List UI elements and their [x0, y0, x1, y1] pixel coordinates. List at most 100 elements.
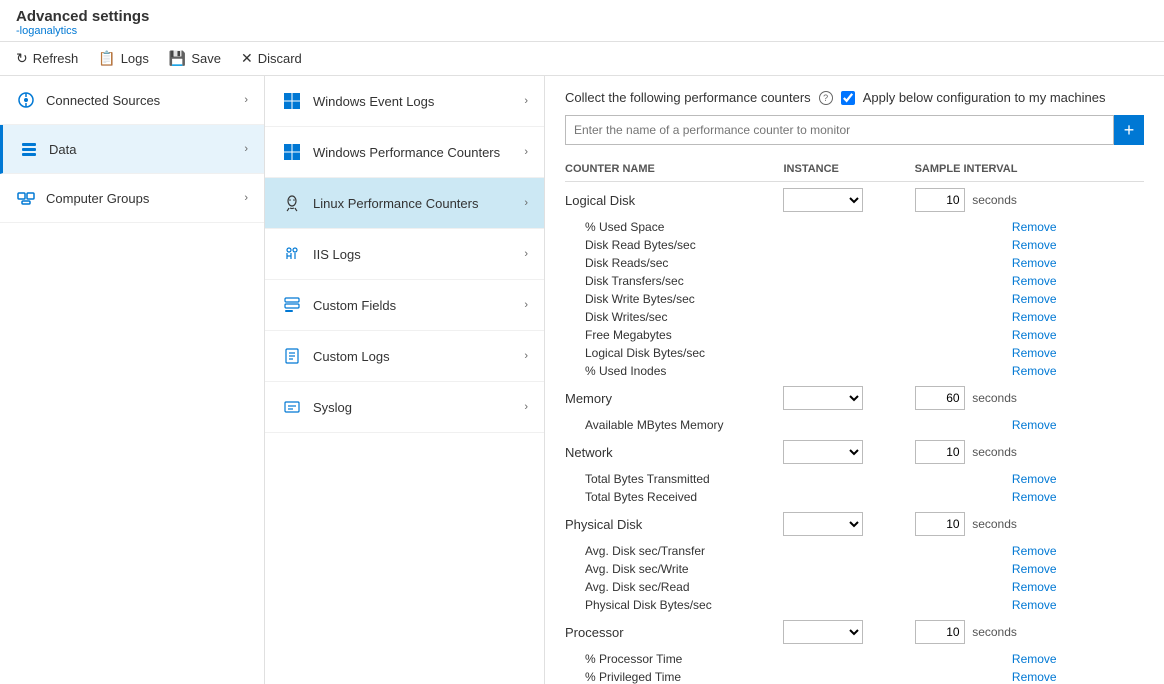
chevron-right-icon-groups: › — [244, 192, 248, 204]
list-item: Physical Disk Bytes/sec Remove — [565, 596, 1144, 614]
groups-icon — [16, 188, 36, 208]
menu-item-iis-logs[interactable]: IIS Logs › — [265, 229, 544, 280]
remove-link[interactable]: Remove — [1012, 490, 1057, 504]
interval-unit-2: seconds — [972, 445, 1017, 459]
counter-name: Disk Read Bytes/sec — [585, 238, 696, 252]
list-item: Avg. Disk sec/Read Remove — [565, 578, 1144, 596]
list-item: Disk Read Bytes/sec Remove — [565, 236, 1144, 254]
windows-event-logs-label: Windows Event Logs — [313, 94, 434, 109]
counter-name: Physical Disk Bytes/sec — [585, 598, 712, 612]
remove-link[interactable]: Remove — [1012, 652, 1057, 666]
remove-link[interactable]: Remove — [1012, 670, 1057, 684]
counter-group-name: Processor — [565, 625, 783, 640]
sidebar-item-connected-sources[interactable]: Connected Sources › — [0, 76, 264, 125]
remove-link[interactable]: Remove — [1012, 328, 1057, 342]
interval-input-4[interactable] — [915, 620, 965, 644]
chevron-right-icon-cf: › — [524, 299, 528, 311]
logs-button[interactable]: 📋 Logs — [98, 50, 149, 67]
menu-item-syslog[interactable]: Syslog › — [265, 382, 544, 433]
chevron-right-icon-data: › — [244, 143, 248, 155]
menu-item-custom-logs[interactable]: Custom Logs › — [265, 331, 544, 382]
instance-select-2[interactable] — [783, 440, 863, 464]
list-item: % Used Inodes Remove — [565, 362, 1144, 380]
interval-unit-3: seconds — [972, 517, 1017, 531]
add-counter-button[interactable]: + — [1114, 115, 1144, 145]
windows-perf-icon — [281, 141, 303, 163]
page-title: Advanced settings — [16, 8, 1148, 25]
interval-input-0[interactable] — [915, 188, 965, 212]
interval-input-1[interactable] — [915, 386, 965, 410]
refresh-icon: ↻ — [16, 50, 28, 67]
save-button[interactable]: 💾 Save — [169, 50, 221, 67]
menu-item-linux-perf[interactable]: Linux Performance Counters › — [265, 178, 544, 229]
custom-fields-label: Custom Fields — [313, 298, 396, 313]
data-icon — [19, 139, 39, 159]
interval-input-3[interactable] — [915, 512, 965, 536]
col-header-action — [1057, 157, 1144, 182]
counter-name: % Privileged Time — [585, 670, 681, 684]
remove-link[interactable]: Remove — [1012, 220, 1057, 234]
menu-item-custom-fields[interactable]: Custom Fields › — [265, 280, 544, 331]
counter-input[interactable] — [565, 115, 1114, 145]
counter-group-name: Physical Disk — [565, 517, 783, 532]
counter-group-row: Network seconds — [565, 434, 1144, 470]
linux-perf-label: Linux Performance Counters — [313, 196, 478, 211]
menu-item-windows-perf[interactable]: Windows Performance Counters › — [265, 127, 544, 178]
interval-input-2[interactable] — [915, 440, 965, 464]
header: Advanced settings -loganalytics — [0, 0, 1164, 42]
remove-link[interactable]: Remove — [1012, 238, 1057, 252]
instance-select-0[interactable] — [783, 188, 863, 212]
remove-link[interactable]: Remove — [1012, 364, 1057, 378]
list-item: Free Megabytes Remove — [565, 326, 1144, 344]
custom-fields-icon — [281, 294, 303, 316]
remove-link[interactable]: Remove — [1012, 544, 1057, 558]
instance-select-3[interactable] — [783, 512, 863, 536]
refresh-button[interactable]: ↻ Refresh — [16, 50, 78, 67]
help-icon[interactable]: ? — [819, 91, 833, 105]
save-label: Save — [191, 51, 221, 66]
remove-link[interactable]: Remove — [1012, 580, 1057, 594]
remove-link[interactable]: Remove — [1012, 274, 1057, 288]
counter-name: % Used Space — [585, 220, 664, 234]
remove-link[interactable]: Remove — [1012, 292, 1057, 306]
perf-table: COUNTER NAME INSTANCE SAMPLE INTERVAL Lo… — [565, 157, 1144, 684]
main-layout: Connected Sources › Data › — [0, 76, 1164, 684]
remove-link[interactable]: Remove — [1012, 562, 1057, 576]
discard-label: Discard — [258, 51, 302, 66]
sidebar-item-computer-groups[interactable]: Computer Groups › — [0, 174, 264, 223]
remove-link[interactable]: Remove — [1012, 310, 1057, 324]
counter-name: % Used Inodes — [585, 364, 666, 378]
custom-logs-icon — [281, 345, 303, 367]
list-item: Logical Disk Bytes/sec Remove — [565, 344, 1144, 362]
discard-button[interactable]: ✕ Discard — [241, 50, 302, 67]
custom-logs-label: Custom Logs — [313, 349, 390, 364]
remove-link[interactable]: Remove — [1012, 598, 1057, 612]
remove-link[interactable]: Remove — [1012, 418, 1057, 432]
remove-link[interactable]: Remove — [1012, 346, 1057, 360]
add-counter-row: + — [565, 115, 1144, 145]
computer-groups-label: Computer Groups — [46, 191, 149, 206]
counter-name: Total Bytes Transmitted — [585, 472, 710, 486]
interval-unit-4: seconds — [972, 625, 1017, 639]
counter-name: Disk Transfers/sec — [585, 274, 684, 288]
instance-select-1[interactable] — [783, 386, 863, 410]
windows-icon — [281, 90, 303, 112]
menu-item-windows-event-logs[interactable]: Windows Event Logs › — [265, 76, 544, 127]
counter-group-name: Logical Disk — [565, 193, 783, 208]
discard-icon: ✕ — [241, 50, 253, 67]
network-icon — [16, 90, 36, 110]
sidebar-item-data[interactable]: Data › — [0, 125, 264, 174]
counter-name: Available MBytes Memory — [585, 418, 724, 432]
iis-icon — [281, 243, 303, 265]
counter-group-row: Logical Disk seconds — [565, 182, 1144, 219]
apply-checkbox[interactable] — [841, 91, 855, 105]
list-item: Disk Write Bytes/sec Remove — [565, 290, 1144, 308]
remove-link[interactable]: Remove — [1012, 472, 1057, 486]
list-item: Total Bytes Received Remove — [565, 488, 1144, 506]
save-icon: 💾 — [169, 50, 186, 67]
chevron-right-icon-sl: › — [524, 401, 528, 413]
list-item: % Used Space Remove — [565, 218, 1144, 236]
middle-panel: Windows Event Logs › Windows Performance… — [265, 76, 545, 684]
instance-select-4[interactable] — [783, 620, 863, 644]
remove-link[interactable]: Remove — [1012, 256, 1057, 270]
